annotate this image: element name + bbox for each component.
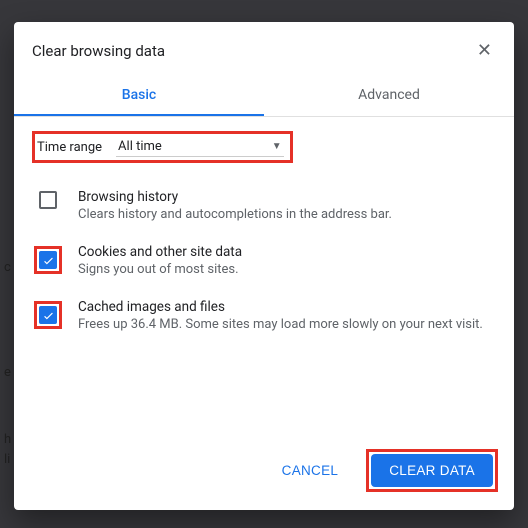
checkbox-browsing-history[interactable] [39,191,57,209]
option-title: Cached images and files [78,299,483,315]
dialog-body: Time range All time ▼ Browsing history C… [14,117,514,437]
clear-data-highlight: CLEAR DATA [366,449,498,492]
checkbox-cookies[interactable] [39,251,57,269]
check-icon [42,309,55,322]
dialog-footer: CANCEL CLEAR DATA [14,437,514,510]
option-title: Browsing history [78,189,392,205]
clear-browsing-data-dialog: Clear browsing data ✕ Basic Advanced Tim… [14,22,514,510]
options-list: Browsing history Clears history and auto… [32,181,496,346]
clear-data-button[interactable]: CLEAR DATA [371,454,493,487]
option-cookies: Cookies and other site data Signs you ou… [32,236,496,291]
chevron-down-icon: ▼ [272,141,282,152]
option-desc: Frees up 36.4 MB. Some sites may load mo… [78,317,483,332]
tab-advanced[interactable]: Advanced [264,75,514,116]
dialog-header: Clear browsing data ✕ [14,22,514,67]
cancel-button[interactable]: CANCEL [264,454,357,487]
option-cached: Cached images and files Frees up 36.4 MB… [32,291,496,346]
option-browsing-history: Browsing history Clears history and auto… [32,181,496,236]
time-range-label: Time range [37,140,102,155]
dialog-title: Clear browsing data [32,42,473,60]
tab-basic[interactable]: Basic [14,75,264,116]
time-range-highlight: Time range All time ▼ [32,131,293,163]
check-icon [42,254,55,267]
tabs: Basic Advanced [14,75,514,117]
time-range-select[interactable]: All time ▼ [116,137,284,157]
checkbox-cookies-highlight [34,246,62,274]
checkbox-cached[interactable] [39,306,57,324]
close-icon[interactable]: ✕ [473,38,496,63]
option-desc: Signs you out of most sites. [78,262,242,277]
option-title: Cookies and other site data [78,244,242,260]
option-desc: Clears history and autocompletions in th… [78,207,392,222]
checkbox-cached-highlight [34,301,62,329]
time-range-value: All time [118,139,162,154]
